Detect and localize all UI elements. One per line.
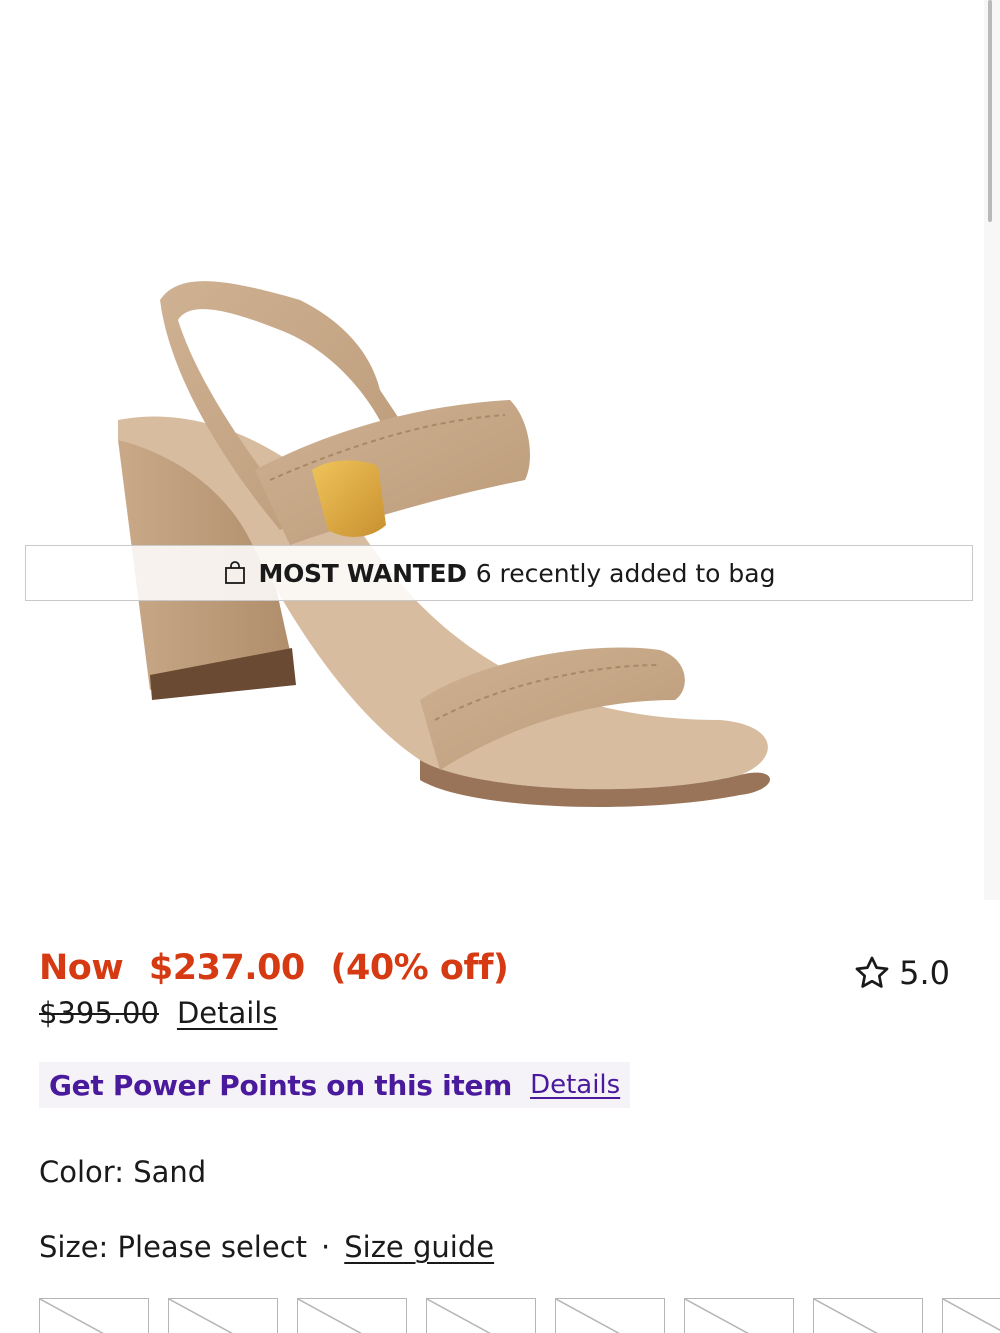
rating-value: 5.0	[899, 954, 950, 992]
color-label: Color: Sand	[39, 1155, 207, 1189]
power-points-promo: Get Power Points on this item Details	[39, 1062, 631, 1108]
size-options	[39, 1298, 1000, 1333]
most-wanted-banner: MOST WANTED 6 recently added to bag	[25, 545, 973, 601]
size-row: Size: Please select · Size guide	[39, 1230, 494, 1264]
size-separator: ·	[321, 1230, 331, 1264]
most-wanted-label: MOST WANTED	[258, 558, 468, 588]
now-price-value: $237.00	[148, 948, 305, 988]
original-price-row: $395.00 Details	[39, 996, 277, 1030]
original-price: $395.00	[39, 996, 159, 1030]
rating[interactable]: 5.0	[853, 954, 950, 992]
size-option-unavailable[interactable]	[813, 1298, 923, 1333]
recently-added-text: 6 recently added to bag	[475, 558, 776, 588]
product-image[interactable]	[0, 0, 990, 900]
size-option-unavailable[interactable]	[168, 1298, 278, 1333]
size-label: Size: Please select	[39, 1230, 308, 1264]
now-label: Now	[39, 948, 124, 988]
sale-price: Now $237.00 (40% off)	[39, 948, 522, 988]
size-option-unavailable[interactable]	[942, 1298, 1000, 1333]
star-outline-icon	[855, 956, 889, 988]
price-details-link[interactable]: Details	[177, 996, 278, 1030]
size-option-unavailable[interactable]	[684, 1298, 794, 1333]
shopping-bag-icon	[224, 561, 245, 584]
discount-percent: (40% off)	[330, 948, 509, 988]
size-guide-link[interactable]: Size guide	[344, 1230, 494, 1264]
size-option-unavailable[interactable]	[426, 1298, 536, 1333]
size-option-unavailable[interactable]	[39, 1298, 149, 1333]
product-page: MOST WANTED 6 recently added to bag Now …	[0, 0, 1000, 1333]
size-option-unavailable[interactable]	[297, 1298, 407, 1333]
power-points-text: Get Power Points on this item	[49, 1068, 513, 1102]
size-option-unavailable[interactable]	[555, 1298, 665, 1333]
power-points-details-link[interactable]: Details	[530, 1070, 620, 1100]
